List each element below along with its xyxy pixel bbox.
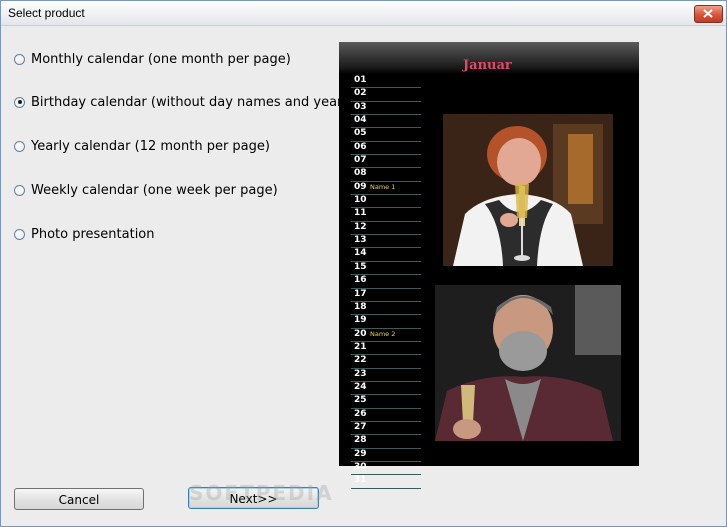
day-row: 30 [351, 461, 421, 476]
day-number: 03 [354, 101, 367, 112]
day-number: 02 [354, 88, 367, 99]
day-number: 05 [354, 128, 367, 139]
day-number: 19 [354, 315, 367, 326]
photo-man [435, 285, 621, 441]
radio-weekly[interactable] [14, 184, 25, 196]
option-yearly-calendar[interactable]: Yearly calendar (12 month per page) [14, 138, 270, 154]
option-label: Monthly calendar (one month per page) [31, 51, 291, 67]
day-row: 26 [351, 409, 421, 422]
day-number: 08 [354, 168, 367, 179]
option-label: Photo presentation [31, 226, 155, 242]
day-number: 12 [354, 221, 367, 232]
day-number: 04 [354, 115, 367, 126]
day-number: 31 [354, 475, 367, 486]
day-row: 13 [351, 235, 421, 249]
option-label: Birthday calendar (without day names and… [31, 94, 348, 110]
day-row: 21 [351, 341, 421, 356]
day-number: 06 [354, 141, 367, 152]
day-row: 05 [351, 128, 421, 142]
option-monthly-calendar[interactable]: Monthly calendar (one month per page) [14, 51, 291, 67]
day-row: 18 [351, 301, 421, 316]
day-row: 06 [351, 141, 421, 156]
day-number: 13 [354, 235, 367, 246]
photo-woman-image [443, 114, 613, 266]
day-number: 21 [354, 341, 367, 352]
day-row: 24 [351, 381, 421, 396]
day-row: 01 [351, 75, 421, 89]
option-weekly-calendar[interactable]: Weekly calendar (one week per page) [14, 182, 278, 198]
watermark: SOFTPEDIA [189, 481, 334, 505]
select-product-dialog: Select product Monthly calendar (one mon… [0, 0, 727, 527]
day-row: 25 [351, 395, 421, 409]
day-row: 28 [351, 435, 421, 449]
day-row: 07 [351, 155, 421, 169]
photo-woman [443, 114, 613, 266]
radio-birthday[interactable] [14, 96, 25, 108]
day-number: 25 [354, 395, 367, 406]
day-row: 15 [351, 261, 421, 276]
day-number: 22 [354, 355, 367, 366]
day-row: 22 [351, 355, 421, 369]
day-row: 08 [351, 168, 421, 182]
day-row: 29 [351, 449, 421, 462]
close-icon [703, 9, 713, 18]
day-row: 27 [351, 421, 421, 436]
radio-monthly[interactable] [14, 53, 25, 65]
option-label: Weekly calendar (one week per page) [31, 182, 278, 198]
day-number: 11 [354, 208, 367, 219]
day-row: 10 [351, 195, 421, 209]
day-number: 26 [354, 408, 367, 419]
month-title: Januar [463, 58, 512, 73]
day-number: 23 [354, 368, 367, 379]
title-bar: Select product [1, 1, 726, 26]
birthday-name: Name 1 [370, 182, 396, 191]
day-number: 17 [354, 288, 367, 299]
day-row: 17 [351, 289, 421, 302]
day-row: 03 [351, 101, 421, 116]
day-row: 16 [351, 275, 421, 289]
day-row: 09 Name 1 [351, 181, 421, 196]
day-row: 20 Name 2 [351, 329, 421, 342]
day-row: 19 [351, 315, 421, 329]
day-number: 18 [354, 301, 367, 312]
day-number: 20 [354, 328, 367, 339]
birthday-name: Name 2 [370, 329, 396, 338]
day-row: 04 [351, 115, 421, 129]
day-number: 09 [354, 181, 367, 192]
cancel-button[interactable]: Cancel [14, 488, 144, 510]
radio-photo[interactable] [14, 228, 25, 240]
calendar-preview: Januar 01 02 03 04 05 06 07 08 09 Name 1 10 11 12 13 1… [339, 42, 639, 489]
day-number: 16 [354, 275, 367, 286]
close-button[interactable] [694, 5, 723, 23]
day-row: 23 [351, 369, 421, 382]
day-list: 01 02 03 04 05 06 07 08 09 Name 1 10 11 12 13 14 15 16 17… [351, 75, 421, 489]
day-number: 27 [354, 421, 367, 432]
option-label: Yearly calendar (12 month per page) [31, 138, 270, 154]
day-row: 11 [351, 208, 421, 222]
day-number: 29 [354, 448, 367, 459]
day-number: 07 [354, 155, 367, 166]
radio-yearly[interactable] [14, 140, 25, 152]
photo-man-image [435, 285, 621, 441]
day-number: 10 [354, 195, 367, 206]
day-number: 14 [354, 248, 367, 259]
day-number: 15 [354, 261, 367, 272]
option-photo-presentation[interactable]: Photo presentation [14, 226, 155, 242]
window-title: Select product [8, 6, 85, 20]
day-row: 31 [351, 475, 421, 489]
day-row: 14 [351, 248, 421, 262]
day-number: 30 [354, 461, 367, 472]
day-row: 02 [351, 88, 421, 102]
day-number: 01 [354, 75, 367, 85]
day-number: 24 [354, 381, 367, 392]
day-row: 12 [351, 221, 421, 236]
day-number: 28 [354, 435, 367, 446]
option-birthday-calendar[interactable]: Birthday calendar (without day names and… [14, 94, 347, 110]
